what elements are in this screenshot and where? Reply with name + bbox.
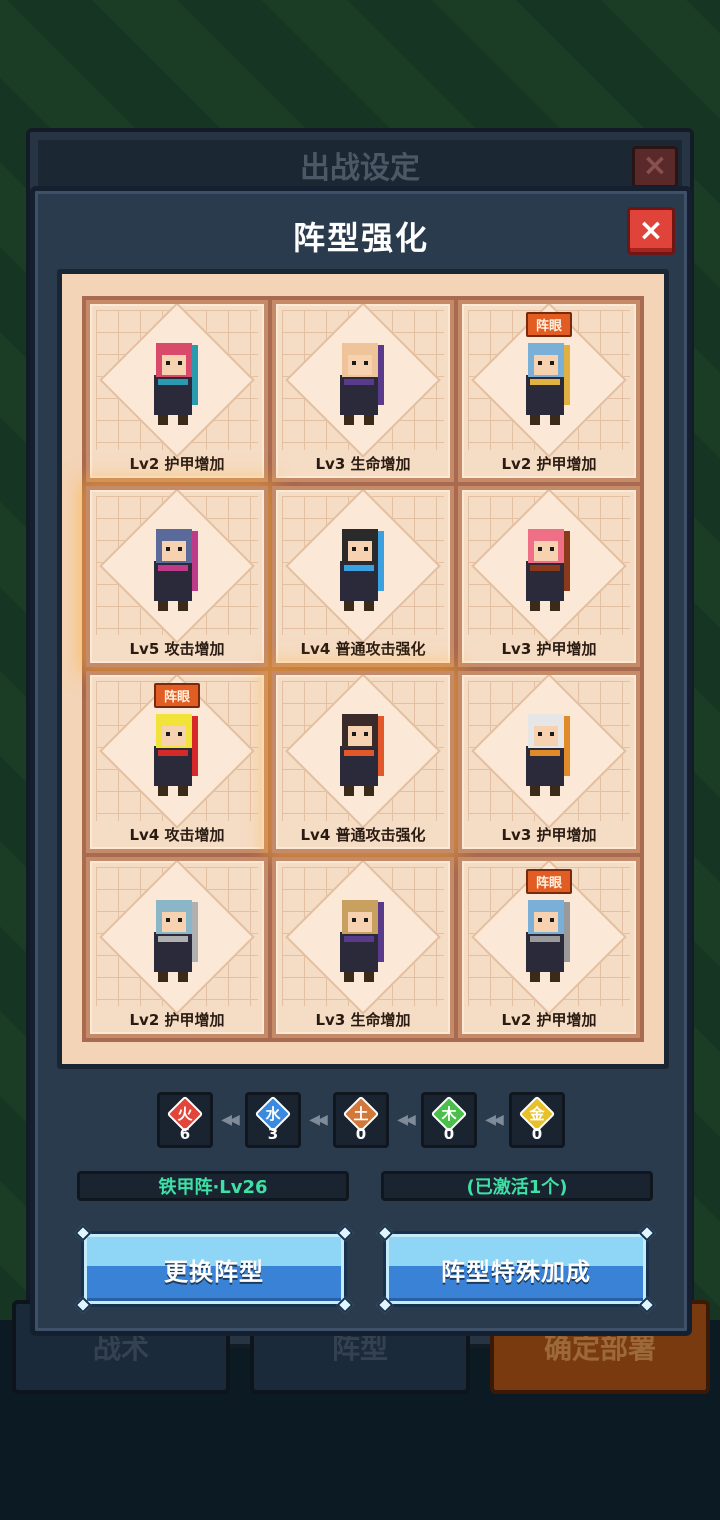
- element-box[interactable]: 水3: [245, 1092, 301, 1148]
- formation-eye-badge: 阵眼: [153, 683, 201, 708]
- formation-slot[interactable]: Lv3 生命增加: [272, 300, 454, 482]
- formation-slot[interactable]: 阵眼 Lv2 护甲增加: [458, 856, 640, 1038]
- formation-slot[interactable]: 阵眼 Lv2 护甲增加: [458, 300, 640, 482]
- element-box[interactable]: 木0: [421, 1092, 477, 1148]
- slot-label: Lv3 生命增加: [315, 454, 411, 473]
- hero-sprite-icon: [154, 528, 198, 611]
- formation-slot[interactable]: Lv3 护甲增加: [458, 671, 640, 853]
- element-count: 0: [443, 1125, 455, 1143]
- slot-label: Lv3 护甲增加: [501, 825, 597, 844]
- slot-label: Lv2 护甲增加: [501, 454, 597, 473]
- chain-arrow-icon: ◀◀: [221, 1112, 240, 1128]
- hero-sprite-icon: [154, 899, 198, 982]
- hero-sprite-icon: [340, 343, 384, 425]
- hero-sprite-icon: [526, 343, 570, 425]
- hero-sprite-icon: [526, 899, 570, 982]
- element-glyph: 火: [177, 1105, 193, 1123]
- close-button[interactable]: ×: [627, 207, 675, 255]
- formation-slot[interactable]: Lv3 护甲增加: [458, 485, 640, 667]
- formation-enhance-dialog: 阵型强化 × Lv2 护甲增加 Lv3 生命增加 阵眼 Lv2 护甲增加 Lv5 攻击增…: [30, 186, 692, 1336]
- element-glyph: 水: [265, 1105, 281, 1123]
- element-box[interactable]: 金0: [509, 1092, 565, 1148]
- element-box[interactable]: 土0: [333, 1092, 389, 1148]
- element-box[interactable]: 火6: [157, 1092, 213, 1148]
- hero-sprite-icon: [340, 714, 384, 796]
- chain-arrow-icon: ◀◀: [397, 1112, 416, 1128]
- slot-label: Lv3 生命增加: [315, 1011, 411, 1029]
- hero-sprite-icon: [154, 343, 198, 425]
- element-glyph: 金: [529, 1105, 545, 1123]
- slot-label: Lv2 护甲增加: [129, 454, 225, 473]
- special-bonus-label: 阵型特殊加成: [441, 1257, 591, 1286]
- close-icon: ×: [638, 213, 664, 248]
- slot-label: Lv4 普通攻击强化: [300, 825, 426, 844]
- formation-slot[interactable]: Lv3 生命增加: [272, 856, 454, 1038]
- formation-board: Lv2 护甲增加 Lv3 生命增加 阵眼 Lv2 护甲增加 Lv5 攻击增加 Lv4 普通…: [57, 269, 669, 1069]
- slot-label: Lv4 攻击增加: [129, 825, 225, 844]
- change-formation-button[interactable]: 更换阵型: [74, 1224, 354, 1314]
- element-glyph: 土: [353, 1105, 369, 1123]
- element-count: 0: [355, 1125, 367, 1143]
- hero-sprite-icon: [526, 714, 570, 796]
- activated-count-bar: (已激活1个): [381, 1171, 653, 1201]
- hero-sprite-icon: [154, 714, 198, 796]
- element-chain: 火 6 ◀◀ 水 3 ◀◀ 土 0 ◀◀ 木 0 ◀◀ 金 0: [35, 1091, 687, 1149]
- chain-arrow-icon: ◀◀: [485, 1112, 504, 1128]
- formation-slot[interactable]: Lv2 护甲增加: [86, 300, 268, 482]
- element-glyph: 木: [441, 1105, 457, 1123]
- back-close-icon: ×: [632, 146, 678, 188]
- formation-slot[interactable]: Lv4 普通攻击强化: [272, 485, 454, 667]
- formation-eye-badge: 阵眼: [525, 312, 573, 337]
- formation-slot[interactable]: 阵眼 Lv4 攻击增加: [86, 671, 268, 853]
- slot-label: Lv4 普通攻击强化: [300, 640, 426, 658]
- slot-label: Lv3 护甲增加: [501, 640, 597, 658]
- slot-label: Lv2 护甲增加: [501, 1011, 597, 1029]
- element-count: 6: [179, 1125, 191, 1143]
- hero-sprite-icon: [526, 528, 570, 611]
- chain-arrow-icon: ◀◀: [309, 1112, 328, 1128]
- slot-label: Lv5 攻击增加: [129, 640, 225, 658]
- formation-level-bar: 铁甲阵·Lv26: [77, 1171, 349, 1201]
- formation-slot[interactable]: Lv5 攻击增加: [86, 485, 268, 667]
- element-count: 3: [267, 1125, 279, 1143]
- slot-label: Lv2 护甲增加: [129, 1011, 225, 1029]
- hero-sprite-icon: [340, 899, 384, 982]
- formation-slot[interactable]: Lv2 护甲增加: [86, 856, 268, 1038]
- deploy-settings-title: 出战设定: [38, 140, 682, 192]
- hero-sprite-icon: [340, 528, 384, 611]
- formation-slot[interactable]: Lv4 普通攻击强化: [272, 671, 454, 853]
- formation-eye-badge: 阵眼: [525, 868, 573, 894]
- dialog-title: 阵型强化: [292, 219, 429, 257]
- element-count: 0: [531, 1125, 543, 1143]
- special-bonus-button[interactable]: 阵型特殊加成: [376, 1224, 656, 1314]
- change-formation-label: 更换阵型: [164, 1257, 264, 1286]
